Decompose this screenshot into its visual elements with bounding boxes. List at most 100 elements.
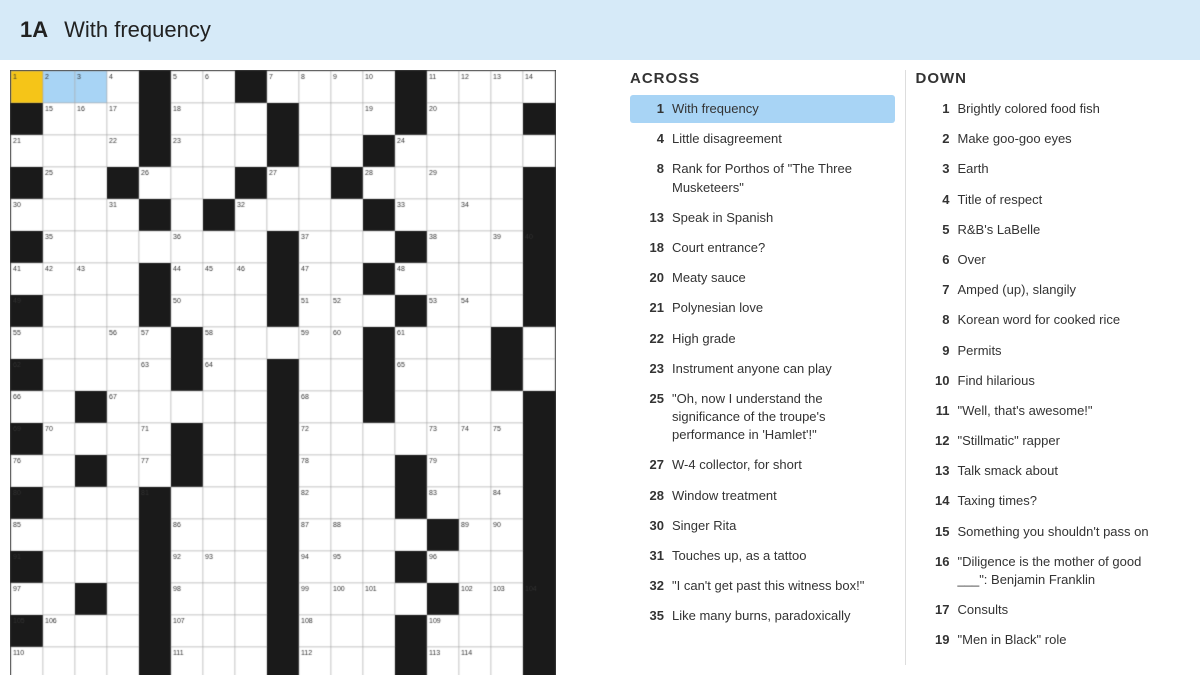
across-clue-4[interactable]: 4 Little disagreement (630, 125, 895, 153)
down-clue-17[interactable]: 17 Consults (916, 596, 1181, 624)
crossword-grid[interactable] (10, 70, 556, 675)
across-clue-1[interactable]: 1With frequency (630, 95, 895, 123)
clue-number: 11 (922, 402, 950, 418)
across-clue-30[interactable]: 30 Singer Rita (630, 512, 895, 540)
down-clue-1[interactable]: 1Brightly colored food fish (916, 95, 1181, 123)
down-clue-16[interactable]: 16 "Diligence is the mother of good ___":… (916, 548, 1181, 594)
clue-description: Instrument anyone can play (672, 360, 832, 378)
down-clue-10[interactable]: 10 Find hilarious (916, 367, 1181, 395)
clue-description: "I can't get past this witness box!" (672, 577, 864, 595)
down-clue-5[interactable]: 5R&B's LaBelle (916, 216, 1181, 244)
clue-number: 4 (922, 191, 950, 207)
clue-number: 17 (922, 601, 950, 617)
clue-number: 10 (922, 372, 950, 388)
clue-description: Speak in Spanish (672, 209, 773, 227)
clue-number: 18 (636, 239, 664, 255)
across-clue-28[interactable]: 28 Window treatment (630, 482, 895, 510)
clue-description: Court entrance? (672, 239, 765, 257)
clue-number: 30 (636, 517, 664, 533)
across-clue-23[interactable]: 23 Instrument anyone can play (630, 355, 895, 383)
clue-description: With frequency (672, 100, 759, 118)
clue-number: 31 (636, 547, 664, 563)
clue-description: Singer Rita (672, 517, 736, 535)
clue-number: 27 (636, 456, 664, 472)
across-clue-22[interactable]: 22 High grade (630, 325, 895, 353)
clue-description: Like many burns, paradoxically (672, 607, 850, 625)
down-clue-6[interactable]: 6 Over (916, 246, 1181, 274)
clue-number: 13 (922, 462, 950, 478)
clue-number: 21 (636, 299, 664, 315)
across-clue-27[interactable]: 27 W-4 collector, for short (630, 451, 895, 479)
clue-number: 9 (922, 342, 950, 358)
down-panel: DOWN 1Brightly colored food fish2Make go… (906, 60, 1191, 675)
clue-description: Little disagreement (672, 130, 782, 148)
across-title: ACROSS (630, 60, 895, 95)
across-clue-35[interactable]: 35 Like many burns, paradoxically (630, 602, 895, 630)
clue-number: 7 (922, 281, 950, 297)
clue-description: "Diligence is the mother of good ___": B… (958, 553, 1175, 589)
clue-number: 22 (636, 330, 664, 346)
clue-number: 19 (922, 631, 950, 647)
across-clue-25[interactable]: 25 "Oh, now I understand the significance… (630, 385, 895, 450)
active-clue-text: With frequency (64, 17, 211, 43)
clue-number: 1 (922, 100, 950, 116)
down-clue-3[interactable]: 3Earth (916, 155, 1181, 183)
down-clue-9[interactable]: 9Permits (916, 337, 1181, 365)
across-clue-32[interactable]: 32"I can't get past this witness box!" (630, 572, 895, 600)
down-title: DOWN (916, 60, 1181, 95)
clue-description: Amped (up), slangily (958, 281, 1077, 299)
down-clue-13[interactable]: 13 Talk smack about (916, 457, 1181, 485)
clue-number: 16 (922, 553, 950, 569)
clue-number: 6 (922, 251, 950, 267)
crossword-grid-container (0, 60, 610, 675)
clue-number: 20 (636, 269, 664, 285)
down-clue-12[interactable]: 12 "Stillmatic" rapper (916, 427, 1181, 455)
across-clue-13[interactable]: 13 Speak in Spanish (630, 204, 895, 232)
header: 1A With frequency (0, 0, 1200, 60)
clue-number: 25 (636, 390, 664, 406)
clue-description: High grade (672, 330, 736, 348)
clue-description: "Oh, now I understand the significance o… (672, 390, 889, 445)
across-clue-20[interactable]: 20 Meaty sauce (630, 264, 895, 292)
clue-description: Talk smack about (958, 462, 1058, 480)
clue-number: 4 (636, 130, 664, 146)
clue-number: 12 (922, 432, 950, 448)
clue-number: 8 (922, 311, 950, 327)
clue-description: Consults (958, 601, 1009, 619)
clue-number: 23 (636, 360, 664, 376)
clue-description: "Men in Black" role (958, 631, 1067, 649)
clue-description: Window treatment (672, 487, 777, 505)
clue-description: "Stillmatic" rapper (958, 432, 1060, 450)
clue-number: 14 (922, 492, 950, 508)
clue-description: "Well, that's awesome!" (958, 402, 1093, 420)
active-clue-number: 1A (20, 17, 48, 43)
clue-number: 35 (636, 607, 664, 623)
clue-number: 13 (636, 209, 664, 225)
across-panel: ACROSS 1With frequency 4 Little disagreeme… (620, 60, 905, 675)
down-clue-14[interactable]: 14 Taxing times? (916, 487, 1181, 515)
clue-description: R&B's LaBelle (958, 221, 1041, 239)
clue-number: 28 (636, 487, 664, 503)
across-clue-21[interactable]: 21Polynesian love (630, 294, 895, 322)
across-clue-8[interactable]: 8Rank for Porthos of "The Three Musketee… (630, 155, 895, 201)
down-clue-11[interactable]: 11 "Well, that's awesome!" (916, 397, 1181, 425)
clue-description: W-4 collector, for short (672, 456, 802, 474)
clue-description: Find hilarious (958, 372, 1035, 390)
clue-description: Something you shouldn't pass on (958, 523, 1149, 541)
clue-number: 8 (636, 160, 664, 176)
across-clue-31[interactable]: 31 Touches up, as a tattoo (630, 542, 895, 570)
clue-description: Taxing times? (958, 492, 1037, 510)
across-list: 1With frequency 4 Little disagreement 8Rank… (630, 95, 895, 631)
down-list: 1Brightly colored food fish2Make goo-goo… (916, 95, 1181, 655)
clue-description: Meaty sauce (672, 269, 746, 287)
down-clue-2[interactable]: 2Make goo-goo eyes (916, 125, 1181, 153)
down-clue-19[interactable]: 19 "Men in Black" role (916, 626, 1181, 654)
across-clue-18[interactable]: 18 Court entrance? (630, 234, 895, 262)
clue-description: Over (958, 251, 986, 269)
down-clue-7[interactable]: 7 Amped (up), slangily (916, 276, 1181, 304)
clue-number: 15 (922, 523, 950, 539)
down-clue-15[interactable]: 15 Something you shouldn't pass on (916, 518, 1181, 546)
clue-description: Touches up, as a tattoo (672, 547, 806, 565)
down-clue-4[interactable]: 4Title of respect (916, 186, 1181, 214)
down-clue-8[interactable]: 8Korean word for cooked rice (916, 306, 1181, 334)
